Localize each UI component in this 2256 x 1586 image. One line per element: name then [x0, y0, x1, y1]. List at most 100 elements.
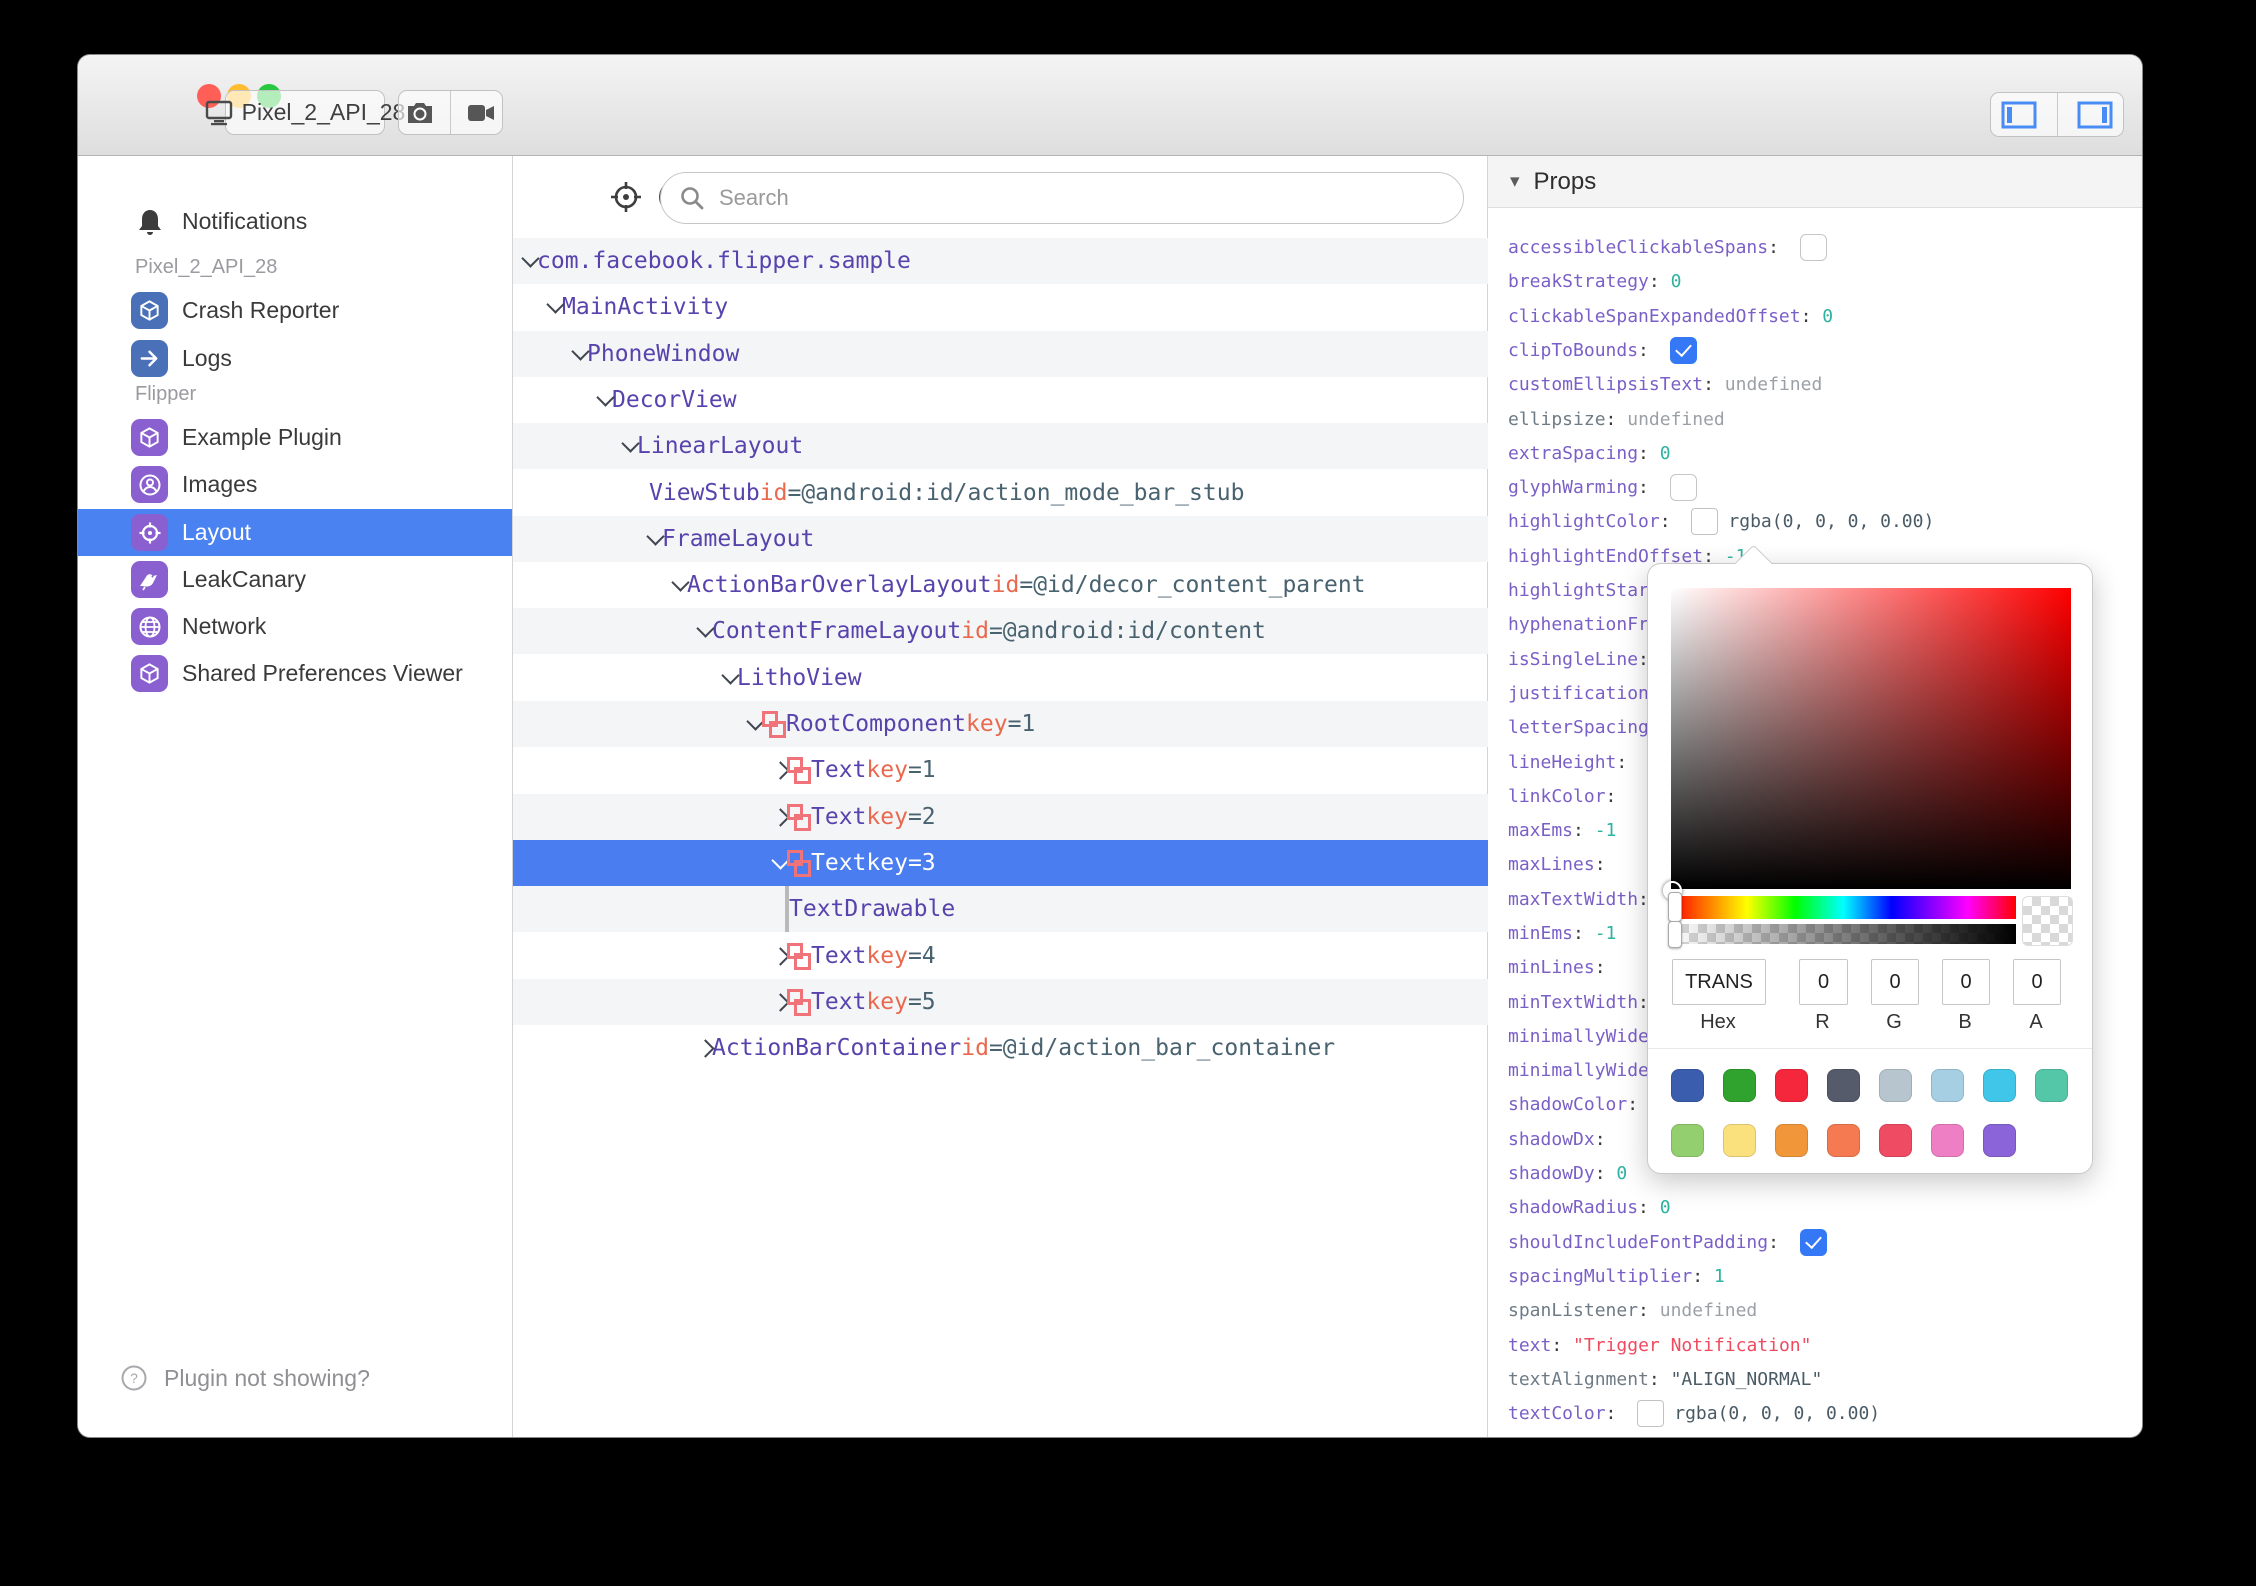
- tree-node-framelayout[interactable]: FrameLayout: [513, 516, 1623, 562]
- device-selector-button[interactable]: Pixel_2_API_28: [205, 90, 405, 135]
- red-input[interactable]: [1799, 959, 1848, 1005]
- checkbox-unchecked[interactable]: [1799, 233, 1827, 261]
- color-swatch-button[interactable]: [1691, 507, 1719, 535]
- cube-icon: [131, 419, 168, 456]
- preset-color-swatch[interactable]: [1723, 1124, 1756, 1157]
- prop-row-accessibleClickableSpans: accessibleClickableSpans:: [1508, 230, 1827, 264]
- checkbox-checked[interactable]: [1799, 1228, 1827, 1256]
- prop-key: spanListener: [1508, 1299, 1639, 1321]
- sidebar-item-logs[interactable]: Logs: [78, 335, 512, 382]
- tree-node-name: LinearLayout: [637, 433, 804, 459]
- preset-color-swatch[interactable]: [1671, 1069, 1704, 1102]
- prop-value: 0: [1659, 442, 1671, 464]
- tree-node-viewstub[interactable]: ViewStub id =@android:id/action_mode_bar_…: [513, 470, 1623, 516]
- blue-input[interactable]: [1942, 959, 1990, 1005]
- saturation-gradient-area[interactable]: [1663, 588, 2071, 900]
- toggle-left-panel-button[interactable]: [1991, 93, 2048, 136]
- preset-color-swatch[interactable]: [1931, 1069, 1964, 1102]
- sidebar-item-crash-reporter[interactable]: Crash Reporter: [78, 287, 512, 334]
- preset-color-swatch[interactable]: [1723, 1069, 1756, 1102]
- prop-row-maxLines: maxLines:: [1508, 847, 1616, 881]
- sidebar-item-images[interactable]: Images: [78, 461, 512, 508]
- checkbox-checked[interactable]: [1669, 336, 1697, 364]
- plugin-not-showing-link[interactable]: ? Plugin not showing?: [120, 1364, 370, 1392]
- screenshot-button[interactable]: [399, 91, 441, 134]
- litho-component-icon: [787, 943, 811, 970]
- tree-node-name: LithoView: [737, 665, 862, 691]
- checkbox-unchecked[interactable]: [1669, 473, 1697, 501]
- search-input[interactable]: [717, 184, 1421, 212]
- sidebar-item-label: LeakCanary: [182, 566, 307, 592]
- preset-color-swatch[interactable]: [1879, 1069, 1912, 1102]
- toggle-right-panel-button[interactable]: [2067, 93, 2124, 136]
- hue-slider-handle[interactable]: [1668, 892, 1682, 922]
- search-field[interactable]: [660, 172, 1464, 224]
- prop-key: maxTextWidth: [1508, 888, 1639, 910]
- sidebar-item-leakcanary[interactable]: LeakCanary: [78, 556, 512, 603]
- preset-color-swatch[interactable]: [1775, 1124, 1808, 1157]
- user-circle-icon: [131, 466, 168, 503]
- hex-input[interactable]: [1672, 959, 1766, 1005]
- prop-colon: :: [1573, 819, 1595, 841]
- sidebar-item-network[interactable]: Network: [78, 603, 512, 650]
- green-input[interactable]: [1871, 959, 1919, 1005]
- sidebar-item-example-plugin[interactable]: Example Plugin: [78, 414, 512, 461]
- preset-color-swatch[interactable]: [1827, 1124, 1860, 1157]
- preset-color-swatch[interactable]: [1983, 1069, 2016, 1102]
- props-section-header[interactable]: ▾ Props: [1488, 156, 2142, 208]
- preset-color-swatch[interactable]: [1671, 1124, 1704, 1157]
- prop-row-text: text: "Trigger Notification": [1508, 1328, 1811, 1362]
- color-swatch-button[interactable]: [1637, 1399, 1665, 1427]
- bird-icon: [131, 561, 168, 598]
- prop-value: -1: [1594, 922, 1617, 944]
- tree-node-com.facebook.flipper.sample[interactable]: com.facebook.flipper.sample: [513, 238, 1498, 284]
- collapse-triangle-icon: ▾: [1510, 171, 1520, 192]
- preset-color-swatch[interactable]: [1983, 1124, 2016, 1157]
- prop-row-linkColor: linkColor:: [1508, 779, 1627, 813]
- prop-key: clipToBounds: [1508, 339, 1639, 361]
- color-picker-popup: Hex R G B A: [1647, 544, 2093, 1174]
- tree-node-attr-key: key: [966, 711, 1008, 737]
- tree-node-phonewindow[interactable]: PhoneWindow: [513, 331, 1548, 377]
- tree-node-linearlayout[interactable]: LinearLayout: [513, 423, 1598, 469]
- hex-label: Hex: [1700, 1011, 1736, 1033]
- tree-node-attr-value: =1: [1007, 711, 1036, 737]
- sidebar-item-layout[interactable]: Layout: [78, 509, 512, 556]
- tree-node-decorview[interactable]: DecorView: [513, 377, 1573, 423]
- hue-slider[interactable]: [1668, 892, 2016, 922]
- prop-key: lineHeight: [1508, 751, 1617, 773]
- preset-color-swatch[interactable]: [1879, 1124, 1912, 1157]
- litho-component-icon: [762, 711, 786, 738]
- prop-key: letterSpacing: [1508, 716, 1649, 738]
- alpha-input[interactable]: [2013, 959, 2061, 1005]
- preset-color-swatch[interactable]: [1775, 1069, 1808, 1102]
- prop-value: rgba(0, 0, 0, 0.00): [1728, 510, 1935, 532]
- preset-color-swatch[interactable]: [1931, 1124, 1964, 1157]
- tree-node-attr-value: =@android:id/action_mode_bar_stub: [787, 480, 1245, 506]
- screen-record-button[interactable]: [460, 91, 502, 134]
- red-label: R: [1815, 1011, 1830, 1033]
- prop-colon: :: [1648, 1368, 1671, 1390]
- tree-node-actionbaroverlaylayout[interactable]: ActionBarOverlayLayout id =@id/decor_cont…: [513, 562, 1648, 608]
- prop-row-maxEms: maxEms: -1: [1508, 813, 1616, 847]
- alpha-slider-handle[interactable]: [1668, 921, 1682, 948]
- alpha-slider[interactable]: [1668, 921, 2016, 948]
- preset-color-swatch[interactable]: [1827, 1069, 1860, 1102]
- divider: [2056, 93, 2058, 136]
- tree-node-attr-value: =@id/decor_content_parent: [1019, 572, 1366, 598]
- prop-key: maxEms: [1508, 819, 1574, 841]
- prop-colon: :: [1605, 785, 1628, 807]
- prop-colon: :: [1638, 442, 1660, 464]
- prop-colon: :: [1638, 476, 1660, 498]
- prop-row-minEms: minEms: -1: [1508, 916, 1616, 950]
- preset-color-swatch[interactable]: [2035, 1069, 2068, 1102]
- prop-row-ellipsize: ellipsize: undefined: [1508, 402, 1725, 436]
- sidebar-item-notifications[interactable]: Notifications: [78, 198, 512, 245]
- tree-node-attr-value: =5: [907, 989, 936, 1015]
- arrow-right-icon: [131, 340, 168, 377]
- tree-node-mainactivity[interactable]: MainActivity: [513, 284, 1523, 330]
- sidebar-item-shared-preferences-viewer[interactable]: Shared Preferences Viewer: [78, 650, 512, 697]
- prop-key: shouldIncludeFontPadding: [1508, 1231, 1769, 1253]
- sidebar-section-header: Pixel_2_API_28: [135, 256, 278, 278]
- target-mode-icon[interactable]: [609, 180, 643, 214]
